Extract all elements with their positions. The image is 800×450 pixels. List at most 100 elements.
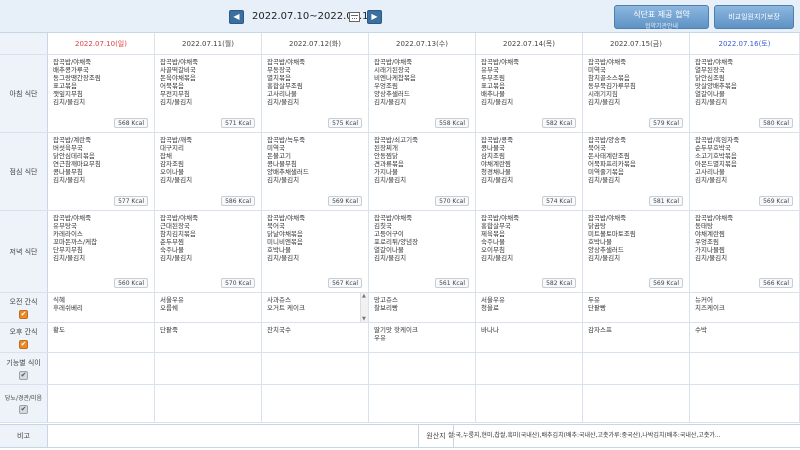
row-label: 점심 식단: [0, 133, 48, 210]
menu-item: 유부탕국: [53, 222, 77, 230]
menu-cell[interactable]: 잡곡밥/야채죽 열무된장국 닭안심조림 맛살양배추볶음 열갈이나물 김치/물김치 580 K…: [690, 55, 800, 132]
compare-button[interactable]: 비교일원지기보장: [714, 5, 794, 29]
menu-cell[interactable]: [262, 353, 369, 384]
chevron-left-icon[interactable]: ◀: [229, 10, 244, 24]
menu-items: 잡곡밥/야채죽 열무된장국 닭안심조림 맛살양배추볶음 열갈이나물 김치/물김치: [690, 55, 799, 106]
menu-items: 잡곡밥/야채죽 배추콩가루국 동그랑땡간장조림 표고볶음 깻잎지무침 김치/물김치: [48, 55, 154, 106]
menu-cell[interactable]: 잡곡밥/야채죽 시래기된장국 비엔나케찹볶음 우엉조림 양상추샐러드 김치/물김치 558 …: [369, 55, 476, 132]
chevron-right-icon[interactable]: ▶: [367, 10, 382, 24]
menu-cell[interactable]: 잡곡밥/야채죽 근대된장국 참치김치볶음 춘두부찜 숙주나물 김치/물김치 570 Kcal: [155, 211, 262, 292]
checkbox-icon[interactable]: ✔: [19, 339, 28, 349]
menu-cell[interactable]: 잡곡밥/녹두죽 미역국 돈불고기 콩나물무침 양배추채샐러드 김치/물김치 569 Kcal: [262, 133, 369, 210]
menu-item: 김치/물김치: [588, 254, 621, 262]
menu-cell[interactable]: 잡곡밥/콩죽 콩나물국 삼치조림 야채계란찜 청경채나물 김치/물김치 574 Kcal: [476, 133, 583, 210]
menu-item: 열갈이나물: [695, 90, 725, 98]
menu-cell[interactable]: 잡곡밥/야채죽 유부국 두부조림 표고볶음 배추나물 김치/물김치 582 Kcal: [476, 55, 583, 132]
menu-cell[interactable]: 잡곡밥/야채죽 사골떡갈비국 돈육야채볶음 어묵볶음 무전지무침 김치/물김치 571 Kc…: [155, 55, 262, 132]
row-functional: 기능별 식이 ✔: [0, 353, 800, 385]
menu-item: 북어국: [267, 222, 285, 230]
menu-cell[interactable]: [155, 353, 262, 384]
menu-cell[interactable]: 서울우유 오룹쉐: [155, 293, 262, 322]
menu-cell[interactable]: 잔치국수: [262, 323, 369, 352]
menu-item: 김치/물김치: [481, 254, 514, 262]
menu-cell[interactable]: 잡곡밥/계란죽 버섯육무국 닭안심데리볶음 연근참깨마요무침 콩나물무침 김치/물김치 57…: [48, 133, 155, 210]
day-header: 2022.07.10(일): [75, 40, 127, 48]
menu-item: 아몬드멸치볶음: [695, 160, 737, 168]
calendar-icon[interactable]: [349, 12, 360, 22]
menu-cell[interactable]: [48, 353, 155, 384]
row-label: 아침 식단: [0, 55, 48, 132]
menu-cell[interactable]: [48, 385, 155, 422]
menu-cell[interactable]: 사과쥬스 오거트 케이크: [262, 293, 369, 322]
checkbox-icon[interactable]: ✔: [19, 309, 28, 319]
menu-item: 잡곡밥/야채죽: [374, 58, 413, 66]
menu-cell[interactable]: [155, 385, 262, 422]
menu-cell[interactable]: 잡곡밥/야채죽 동태탕 야채계란찜 우엉조림 가지나물찜 김치/물김치 566 Kcal: [690, 211, 800, 292]
row-label: 기능별 식이 ✔: [0, 353, 48, 384]
menu-item: 야채계란찜: [481, 160, 511, 168]
menu-cell[interactable]: 잡곡밥/양송죽 북어국 돈사태계란조림 어묵파프리카볶음 미역줄기볶음 김치/물김치 581…: [583, 133, 690, 210]
menu-cell[interactable]: 잡곡밥/야채죽 무동장국 멸치볶음 홍합살무조림 고사리나물 김치/물김치 575 Kcal: [262, 55, 369, 132]
menu-item: 김치/물김치: [53, 98, 86, 106]
menu-item: 닭곰탕: [588, 222, 606, 230]
menu-item: 오이무침: [481, 246, 505, 254]
note-label: 비고: [0, 425, 48, 447]
menu-cell[interactable]: 딸기맛 핫케이크 우유: [369, 323, 476, 352]
menu-cell[interactable]: 잡곡밥/쇠고기죽 된장찌개 안동찜닭 견과류볶음 가지나물 김치/물김치 570 Kcal: [369, 133, 476, 210]
menu-item: 포로리튀/양념장: [374, 238, 419, 246]
menu-items: 잡곡밥/양송죽 북어국 돈사태계란조림 어묵파프리카볶음 미역줄기볶음 김치/물김치: [583, 133, 689, 184]
menu-cell[interactable]: 잡곡밥/야채죽 배추콩가루국 동그랑땡간장조림 표고볶음 깻잎지무침 김치/물김치 568 …: [48, 55, 155, 132]
menu-cell[interactable]: 수박: [690, 323, 800, 352]
menu-cell[interactable]: [369, 385, 476, 422]
menu-item: 잡곡밥/야채죽: [695, 58, 734, 66]
menu-cell[interactable]: 망고쥬스 찰보리빵: [369, 293, 476, 322]
supply-agreement-button[interactable]: 식단표 제공 협약 협약기관안내: [614, 5, 709, 30]
menu-item: 깻잎지무침: [53, 90, 83, 98]
footer-bar: 비고 원산지 쌀:국,누룽지,현미,찹쌀,흑미(국내산),배추김치(배추:국내산…: [0, 424, 800, 448]
snack-item: 오룹쉐: [160, 304, 178, 312]
menu-cell[interactable]: 잡곡밥/야채죽 닭곰탕 미트볼토마토조림 호박나물 양상추샐러드 김치/물김치 569 Kc…: [583, 211, 690, 292]
menu-cell[interactable]: [476, 353, 583, 384]
menu-cell[interactable]: [262, 385, 369, 422]
menu-cell[interactable]: [690, 353, 800, 384]
menu-cell[interactable]: 뉴커어 치즈케이크: [690, 293, 800, 322]
menu-cell[interactable]: 바나나: [476, 323, 583, 352]
menu-cell[interactable]: 잡곡밥/야채죽 유부탕국 카레라이스 꼬마돈까스/케찹 단무지무침 김치/물김치 560 K…: [48, 211, 155, 292]
menu-cell[interactable]: 감자스프: [583, 323, 690, 352]
kcal-badge: 581 Kcal: [649, 196, 683, 206]
menu-cell[interactable]: [583, 353, 690, 384]
menu-cell[interactable]: 잡곡밥/야채죽 김칫국 고등어구이 포로리튀/양념장 열갈이나물 김치/물김치 561 Kc…: [369, 211, 476, 292]
menu-cell[interactable]: 단팥죽: [155, 323, 262, 352]
checkbox-icon[interactable]: ✔: [19, 370, 28, 380]
menu-cell[interactable]: 두유 단팥빵: [583, 293, 690, 322]
menu-item: 소고기호박볶음: [695, 152, 737, 160]
menu-item: 닭안심조림: [695, 74, 725, 82]
row-dinner: 저녁 식단 잡곡밥/야채죽 유부탕국 카레라이스 꼬마돈까스/케찹 단무지무침 김치/물김치…: [0, 211, 800, 293]
menu-cell[interactable]: 잡곡밥/흑임자죽 순두부호박국 소고기호박볶음 아몬드멸치볶음 고사리나물 김치/물김치 5…: [690, 133, 800, 210]
menu-item: 잡곡밥/야채죽: [160, 214, 199, 222]
scrollbar[interactable]: [360, 293, 368, 322]
menu-items: 잡곡밥/야채죽 사골떡갈비국 돈육야채볶음 어묵볶음 무전지무침 김치/물김치: [155, 55, 261, 106]
menu-cell[interactable]: [476, 385, 583, 422]
menu-item: 잡채: [160, 152, 172, 160]
menu-cell[interactable]: 서울우유 청을료: [476, 293, 583, 322]
menu-item: 잡곡밥/야채죽: [53, 58, 92, 66]
note-field[interactable]: [48, 425, 418, 447]
menu-cell[interactable]: 식혜 후레쉬베리: [48, 293, 155, 322]
menu-cell[interactable]: 잡곡밥/야채죽 미역국 참치골소스볶음 동부묵김가루무침 시래기지짐 김치/물김치 579 …: [583, 55, 690, 132]
menu-item: 잡곡밥/야채죽: [588, 58, 627, 66]
checkbox-icon[interactable]: ✔: [19, 405, 28, 414]
snack-item: 서울우유: [481, 296, 505, 304]
menu-cell[interactable]: 잡곡밥/야채죽 홍합살무국 제육볶음 숙주나물 오이무침 김치/물김치 582 Kcal: [476, 211, 583, 292]
menu-cell[interactable]: [369, 353, 476, 384]
menu-cell[interactable]: [690, 385, 800, 422]
menu-item: 김치/물김치: [267, 254, 300, 262]
menu-cell[interactable]: 황도: [48, 323, 155, 352]
menu-cell[interactable]: 잡곡밥/야채죽 북어국 닭날야채볶음 미니비엔볶음 호박나물 김치/물김치 567 Kcal: [262, 211, 369, 292]
day-header-cell: 2022.07.10(일): [48, 33, 155, 54]
kcal-badge: 558 Kcal: [435, 118, 469, 128]
menu-items: 잡곡밥/야채죽 유부탕국 카레라이스 꼬마돈까스/케찹 단무지무침 김치/물김치: [48, 211, 154, 262]
menu-cell[interactable]: [583, 385, 690, 422]
snack-item: 수박: [695, 326, 707, 334]
menu-cell[interactable]: 잡곡밥/깨죽 대구지리 잡채 감자조림 오이나물 김치/물김치 586 Kcal: [155, 133, 262, 210]
